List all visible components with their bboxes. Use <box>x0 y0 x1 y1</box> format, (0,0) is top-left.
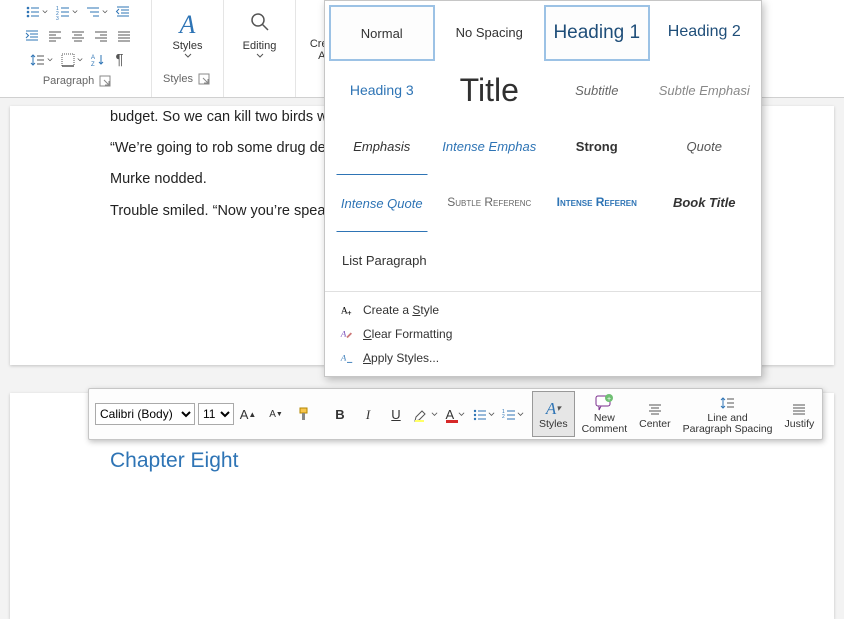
numbering-button[interactable]: 123 <box>53 2 80 22</box>
font-size-select[interactable]: 11 <box>198 403 234 425</box>
italic-button[interactable]: I <box>355 403 381 427</box>
dialog-launcher-icon[interactable] <box>97 73 113 89</box>
style-emphasis[interactable]: Emphasis <box>329 119 435 173</box>
style-heading-1[interactable]: Heading 1 <box>544 5 650 61</box>
styles-group-label: Styles <box>163 73 193 85</box>
style-heading-3[interactable]: Heading 3 <box>329 63 435 117</box>
style-book-title[interactable]: Book Title <box>652 175 758 229</box>
svg-text:A: A <box>341 306 348 317</box>
underline-button[interactable]: U <box>383 403 409 427</box>
decrease-indent-button[interactable] <box>113 2 133 22</box>
apply-styles-menu-item[interactable]: AApply Styles... <box>325 346 761 370</box>
style-list-paragraph[interactable]: List Paragraph <box>329 233 435 287</box>
multilevel-list-button[interactable] <box>83 2 110 22</box>
font-family-select[interactable]: Calibri (Body) <box>95 403 195 425</box>
style-normal[interactable]: Normal <box>329 5 435 61</box>
new-comment-button[interactable]: + New Comment <box>576 392 634 436</box>
borders-button[interactable] <box>58 50 85 70</box>
clear-formatting-menu-item[interactable]: AClear Formatting <box>325 322 761 346</box>
align-center-icon <box>646 399 664 419</box>
paragraph-group: 123 AZ ¶ Paragraph <box>5 0 152 97</box>
search-icon <box>248 10 272 40</box>
svg-text:1: 1 <box>502 409 505 415</box>
bullets-button[interactable] <box>470 403 497 427</box>
style-strong[interactable]: Strong <box>544 119 650 173</box>
line-spacing-button[interactable]: Line and Paragraph Spacing <box>677 392 779 436</box>
center-button[interactable]: Center <box>633 392 677 436</box>
svg-text:A: A <box>340 353 347 363</box>
sort-button[interactable]: AZ <box>88 50 108 70</box>
align-right-button[interactable] <box>91 26 111 46</box>
style-quote[interactable]: Quote <box>652 119 758 173</box>
grow-font-button[interactable]: A▲ <box>235 402 261 426</box>
editing-group: Editing <box>224 0 296 97</box>
style-subtle-referenc[interactable]: Subtle Referenc <box>437 175 543 229</box>
editing-button[interactable]: Editing <box>232 2 287 68</box>
apply-styles-icon: A <box>339 351 355 365</box>
create-style-icon: A+ <box>339 303 355 317</box>
bullets-button[interactable] <box>23 2 50 22</box>
svg-text:+: + <box>347 308 352 317</box>
justify-icon <box>790 399 808 419</box>
format-painter-button[interactable] <box>291 402 317 426</box>
style-subtle-emphasi[interactable]: Subtle Emphasi <box>652 63 758 117</box>
chapter-heading[interactable]: Chapter Eight <box>110 449 734 473</box>
style-subtitle[interactable]: Subtitle <box>544 63 650 117</box>
highlight-button[interactable] <box>411 403 440 427</box>
show-marks-button[interactable]: ¶ <box>111 51 127 68</box>
align-center-button[interactable] <box>68 26 88 46</box>
shrink-font-button[interactable]: A▼ <box>263 402 289 426</box>
styles-gallery-menu: A+Create a Style AClear Formatting AAppl… <box>325 291 761 376</box>
style-intense-quote[interactable]: Intense Quote <box>336 174 428 232</box>
svg-text:2: 2 <box>56 11 59 17</box>
line-spacing-button[interactable] <box>28 50 55 70</box>
style-heading-2[interactable]: Heading 2 <box>652 5 758 59</box>
justify-button[interactable] <box>114 26 134 46</box>
create-style-menu-item[interactable]: A+Create a Style <box>325 298 761 322</box>
clear-formatting-icon: A <box>339 327 355 341</box>
justify-button[interactable]: Justify <box>779 392 821 436</box>
align-left-button[interactable] <box>45 26 65 46</box>
dialog-launcher-icon[interactable] <box>196 71 212 87</box>
style-intense-referen[interactable]: Intense Referen <box>544 175 650 229</box>
svg-text:Z: Z <box>91 62 95 68</box>
styles-group: A Styles Styles <box>152 0 224 97</box>
line-spacing-icon <box>719 393 737 413</box>
styles-icon: A <box>180 10 196 40</box>
style-title[interactable]: Title <box>437 63 543 117</box>
paragraph-group-label: Paragraph <box>43 75 94 87</box>
svg-text:A: A <box>340 329 347 339</box>
bold-button[interactable]: B <box>327 403 353 427</box>
styles-gallery-popup: NormalNo SpacingHeading 1Heading 2 Headin… <box>324 0 762 377</box>
increase-indent-button[interactable] <box>22 26 42 46</box>
svg-text:A: A <box>91 55 95 61</box>
numbering-button[interactable]: 12 <box>499 403 526 427</box>
mini-toolbar: Calibri (Body) 11 A▲ A▼ B I U A 12 A▾ St… <box>88 388 823 440</box>
styles-mini-button[interactable]: A▾ Styles <box>532 391 575 437</box>
comment-icon: + <box>594 393 614 413</box>
svg-text:2: 2 <box>502 414 505 420</box>
styles-icon: A▾ <box>546 399 561 419</box>
svg-text:+: + <box>607 396 611 403</box>
style-intense-emphas[interactable]: Intense Emphas <box>437 119 543 173</box>
svg-text:1: 1 <box>56 6 59 12</box>
styles-button[interactable]: A Styles <box>160 2 215 68</box>
style-no-spacing[interactable]: No Spacing <box>437 5 543 59</box>
font-color-button[interactable]: A <box>442 403 468 427</box>
svg-text:3: 3 <box>56 16 59 20</box>
